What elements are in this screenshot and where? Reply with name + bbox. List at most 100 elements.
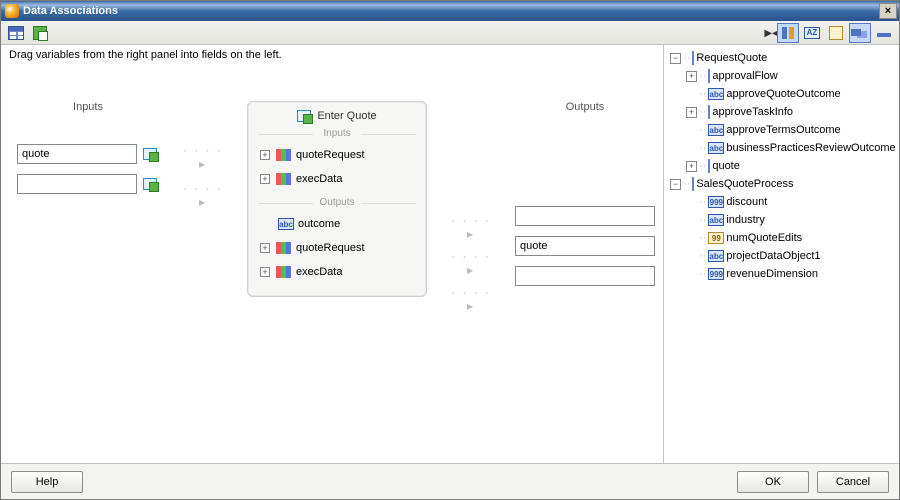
alpha-sort-button[interactable]: AZ — [801, 23, 823, 43]
tree-node[interactable]: +··abc businessPracticesReviewOutcome — [664, 139, 899, 157]
number-type-icon: 999 — [708, 268, 724, 280]
variables-tree-pane: −·· RequestQuote+·· approvalFlow+··abc a… — [663, 45, 899, 463]
mapping-area: Inputs · · · · ▸ · · · · ▸ — [9, 101, 655, 313]
data-item[interactable]: + execData — [258, 260, 416, 284]
new-mapping-button[interactable] — [29, 23, 51, 43]
complex-type-icon — [276, 149, 292, 161]
string-type-icon: abc — [278, 218, 294, 230]
data-item[interactable]: + quoteRequest — [258, 143, 416, 167]
complex-type-icon — [276, 173, 292, 185]
tree-toggle[interactable]: − — [670, 53, 681, 64]
tree-node-label: quote — [712, 160, 740, 172]
output-row — [515, 203, 655, 229]
data-item[interactable]: +execData — [258, 167, 416, 191]
data-item[interactable]: + quoteRequest — [258, 236, 416, 260]
dialog-window: Data Associations × ▶◀ AZ Drag variables… — [0, 0, 900, 500]
data-item-label: quoteRequest — [296, 149, 365, 161]
data-item-label: quoteRequest — [296, 242, 365, 254]
output-row — [515, 233, 655, 259]
titlebar: Data Associations × — [1, 1, 899, 21]
expand-toggle[interactable]: + — [260, 243, 270, 253]
object-type-icon — [692, 51, 694, 65]
tree-node-label: revenueDimension — [726, 268, 818, 280]
tree-node[interactable]: +··abc industry — [664, 211, 899, 229]
new-mapping-icon — [33, 26, 47, 40]
tree-node[interactable]: −·· SalesQuoteProcess — [664, 175, 899, 193]
tree-node-label: projectDataObject1 — [726, 250, 820, 262]
input-field-2[interactable] — [17, 174, 137, 194]
activity-card: Enter Quote Inputs +quoteRequest+execDat… — [247, 101, 427, 297]
object-type-icon — [708, 69, 710, 83]
string-type-icon: abc — [708, 88, 724, 100]
complex-type-icon — [276, 266, 292, 278]
input-field-1[interactable] — [17, 144, 137, 164]
tree-node[interactable]: +·· approvalFlow — [664, 67, 899, 85]
tree-node-label: approveTaskInfo — [712, 106, 793, 118]
tree-node[interactable]: +··99 numQuoteEdits — [664, 229, 899, 247]
sort-button[interactable] — [777, 23, 799, 43]
variables-tree[interactable]: −·· RequestQuote+·· approvalFlow+··abc a… — [664, 49, 899, 283]
expression-builder-icon[interactable] — [141, 145, 159, 163]
tree-toggle[interactable]: − — [670, 179, 681, 190]
inputs-subhead: Inputs — [258, 128, 416, 139]
splitter-caret[interactable]: ▶◀ — [769, 26, 775, 39]
notes-button[interactable] — [825, 23, 847, 43]
tree-node[interactable]: +··abc approveTermsOutcome — [664, 121, 899, 139]
tree-node[interactable]: +··999 revenueDimension — [664, 265, 899, 283]
tree-toggle[interactable]: + — [686, 161, 697, 172]
collapse-button[interactable] — [873, 23, 895, 43]
data-item[interactable]: abc outcome — [258, 212, 416, 236]
sort-icon — [781, 26, 795, 40]
inputs-column: Inputs — [17, 101, 159, 197]
tree-node[interactable]: +·· approveTaskInfo — [664, 103, 899, 121]
data-item-label: execData — [296, 266, 342, 278]
tree-node-label: numQuoteEdits — [726, 232, 802, 244]
cancel-button[interactable]: Cancel — [817, 471, 889, 493]
outputs-header: Outputs — [566, 101, 605, 113]
activity-title: Enter Quote — [317, 110, 376, 122]
alpha-sort-icon: AZ — [804, 27, 820, 39]
arrows-in: · · · · ▸ · · · · ▸ — [177, 143, 229, 209]
hint-text: Drag variables from the right panel into… — [9, 49, 655, 61]
tree-node-label: RequestQuote — [696, 52, 767, 64]
arrow-icon: · · · · ▸ — [445, 285, 497, 313]
help-button[interactable]: Help — [11, 471, 83, 493]
footer: Help OK Cancel — [1, 463, 899, 499]
tree-node[interactable]: +··999 discount — [664, 193, 899, 211]
arrows-out: · · · · ▸ · · · · ▸ · · · · ▸ — [445, 213, 497, 313]
tree-node[interactable]: −·· RequestQuote — [664, 49, 899, 67]
window-title: Data Associations — [23, 5, 879, 17]
object-type-icon — [708, 105, 710, 119]
ok-button[interactable]: OK — [737, 471, 809, 493]
arrow-icon: · · · · ▸ — [445, 249, 497, 277]
tree-node-label: approveTermsOutcome — [726, 124, 840, 136]
expand-toggle[interactable]: + — [260, 267, 270, 277]
layout-icon — [851, 28, 869, 38]
output-row — [515, 263, 655, 289]
close-button[interactable]: × — [879, 3, 897, 19]
tree-node-label: businessPracticesReviewOutcome — [726, 142, 895, 154]
tree-toggle[interactable]: + — [686, 71, 697, 82]
expand-toggle[interactable]: + — [260, 150, 270, 160]
app-icon — [5, 4, 19, 18]
tree-node-label: approvalFlow — [712, 70, 777, 82]
expression-builder-icon[interactable] — [141, 175, 159, 193]
layout-button[interactable] — [849, 23, 871, 43]
activity-icon — [297, 110, 311, 122]
output-field-2[interactable] — [515, 236, 655, 256]
tree-node-label: industry — [726, 214, 765, 226]
expand-toggle[interactable]: + — [260, 174, 270, 184]
output-field-1[interactable] — [515, 206, 655, 226]
toolbar: ▶◀ AZ — [1, 21, 899, 45]
tree-node[interactable]: +·· quote — [664, 157, 899, 175]
activity-title-row: Enter Quote — [258, 110, 416, 122]
data-item-label: outcome — [298, 218, 340, 230]
mapping-view-button[interactable] — [5, 23, 27, 43]
string-type-icon: abc — [708, 124, 724, 136]
input-row — [17, 171, 159, 197]
tree-node[interactable]: +··abc projectDataObject1 — [664, 247, 899, 265]
output-field-3[interactable] — [515, 266, 655, 286]
tree-toggle[interactable]: + — [686, 107, 697, 118]
tree-node[interactable]: +··abc approveQuoteOutcome — [664, 85, 899, 103]
mapping-view-icon — [8, 26, 24, 40]
